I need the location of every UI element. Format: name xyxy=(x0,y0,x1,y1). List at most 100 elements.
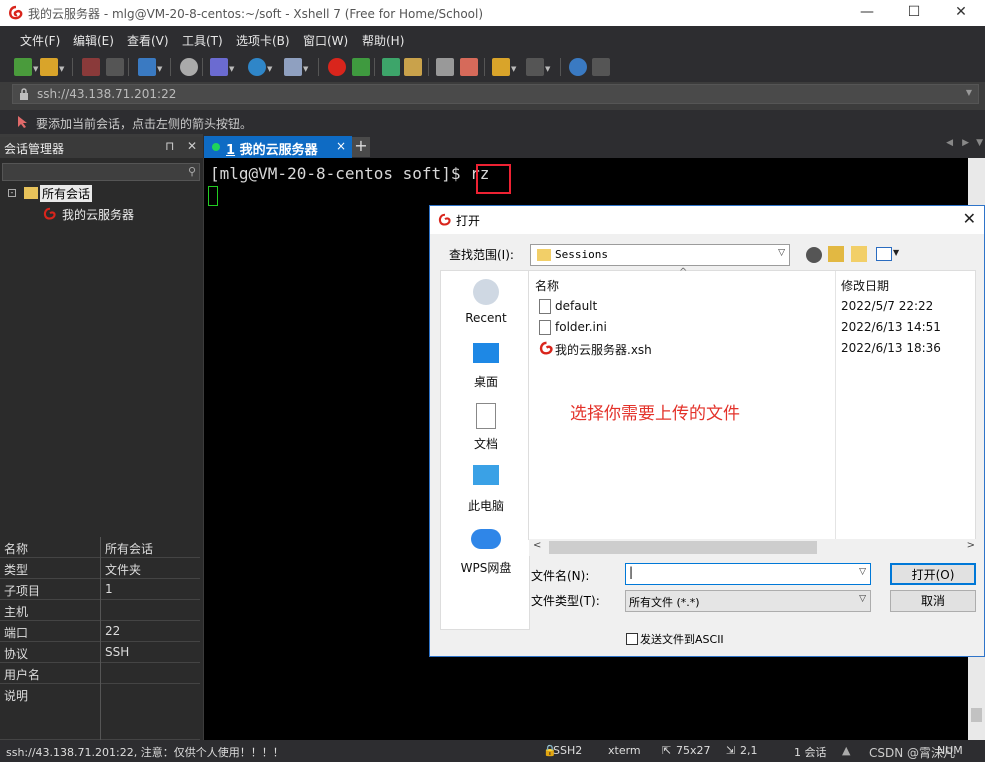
compose-icon[interactable] xyxy=(460,58,478,76)
property-row: 类型 文件夹 xyxy=(0,558,200,579)
help-icon[interactable] xyxy=(569,58,587,76)
lookin-select[interactable]: Sessions ▽ xyxy=(530,244,790,266)
xshell-logo-icon xyxy=(438,213,451,226)
horizontal-scrollbar[interactable]: < > xyxy=(529,539,977,556)
tab-scroll-left-icon[interactable]: ◀ xyxy=(946,138,953,148)
pointer-arrow-icon[interactable] xyxy=(16,115,30,129)
xshell-logo-icon xyxy=(9,5,23,20)
view-menu-icon[interactable] xyxy=(876,247,892,261)
column-name[interactable]: 名称 xyxy=(535,277,559,294)
command-highlight-box xyxy=(476,164,511,194)
tree-item-my-cloud-server[interactable]: 我的云服务器 xyxy=(62,206,134,223)
status-up-arrow-icon[interactable]: ▲ xyxy=(842,744,850,757)
menu-bar: 文件(F) 编辑(E) 查看(V) 工具(T) 选项卡(B) 窗口(W) 帮助(… xyxy=(0,26,985,52)
new-window-icon[interactable] xyxy=(138,58,156,76)
menu-help[interactable]: 帮助(H) xyxy=(362,32,404,49)
hint-text: 要添加当前会话，点击左侧的箭头按钮。 xyxy=(36,117,253,131)
back-icon[interactable] xyxy=(806,247,822,263)
chevron-down-icon: ▽ xyxy=(778,248,785,258)
cancel-button[interactable]: 取消 xyxy=(890,590,976,612)
new-folder-icon[interactable] xyxy=(851,246,867,262)
fullscreen-icon[interactable] xyxy=(382,58,400,76)
xshell-icon[interactable] xyxy=(328,58,346,76)
settings-file-icon xyxy=(539,320,551,335)
new-session-icon[interactable] xyxy=(14,58,32,76)
property-row: 主机 xyxy=(0,600,200,621)
text-caret: | xyxy=(629,565,634,579)
tab-label: 1 我的云服务器 xyxy=(226,143,318,158)
xshell-session-icon xyxy=(539,341,553,355)
find-icon[interactable] xyxy=(180,58,198,76)
status-bar: ssh://43.138.71.201:22, 注意：仅供个人使用！！！！ 🔒 … xyxy=(0,740,985,762)
scroll-thumb[interactable] xyxy=(971,708,982,722)
address-dropdown-icon[interactable]: ▼ xyxy=(966,88,972,97)
column-modified[interactable]: 修改日期 xyxy=(841,277,889,294)
xftp-icon[interactable] xyxy=(352,58,370,76)
chevron-down-icon: ▽ xyxy=(859,594,866,604)
lock-icon xyxy=(20,88,28,100)
chat-icon[interactable] xyxy=(592,58,610,76)
search-icon: ⚲ xyxy=(187,165,196,178)
property-row: 名称 所有会话 xyxy=(0,537,200,558)
filetype-select[interactable]: 所有文件 (*.*) ▽ xyxy=(625,590,871,612)
minimize-button[interactable]: — xyxy=(844,0,890,26)
list-item[interactable]: default 2022/5/7 22:22 xyxy=(529,297,969,317)
cloud-icon xyxy=(471,529,501,549)
chevron-down-icon: ▽ xyxy=(859,567,866,577)
tree-root-all-sessions[interactable]: 所有会话 xyxy=(40,185,93,202)
globe-icon[interactable] xyxy=(248,58,266,76)
view-dropdown-icon[interactable]: ▼ xyxy=(893,248,899,257)
session-manager-panel: 会话管理器 ⊓ ✕ ⚲ - 所有会话 我的云服务器 名称 所有会话 类型 文件夹 子… xyxy=(0,137,203,740)
tab-close-icon[interactable]: × xyxy=(336,139,346,153)
tree-collapse-icon[interactable]: - xyxy=(8,189,16,197)
layout-icon[interactable] xyxy=(526,58,544,76)
address-bar[interactable]: ssh://43.138.71.201:22 ▼ xyxy=(12,84,979,104)
window-title: 我的云服务器 - mlg@VM-20-8-centos:~/soft - Xsh… xyxy=(28,7,484,21)
open-button[interactable]: 打开(O) xyxy=(890,563,976,585)
font-icon[interactable] xyxy=(284,58,302,76)
tab-my-cloud-server[interactable]: 1 我的云服务器 × xyxy=(204,136,352,158)
desktop-icon xyxy=(473,343,499,363)
session-search-input[interactable]: ⚲ xyxy=(2,163,200,181)
close-panel-icon[interactable]: ✕ xyxy=(187,139,197,153)
menu-file[interactable]: 文件(F) xyxy=(20,32,60,49)
property-row: 协议 SSH xyxy=(0,642,200,663)
list-item[interactable]: 我的云服务器.xsh 2022/6/13 18:36 xyxy=(529,339,969,359)
add-tab-button[interactable]: + xyxy=(352,137,370,157)
connect-icon[interactable] xyxy=(82,58,100,76)
list-item[interactable]: folder.ini 2022/6/13 14:51 xyxy=(529,318,969,338)
filetype-label: 文件类型(T): xyxy=(531,594,600,608)
open-folder-icon[interactable] xyxy=(40,58,58,76)
dialog-close-button[interactable]: ✕ xyxy=(963,209,976,228)
lock-icon[interactable] xyxy=(404,58,422,76)
filename-input[interactable]: | ▽ xyxy=(625,563,871,585)
menu-tools[interactable]: 工具(T) xyxy=(182,32,223,49)
status-pos: 2,1 xyxy=(740,744,758,757)
scroll-left-icon: < xyxy=(533,540,542,551)
lookin-label: 查找范围(I): xyxy=(449,248,514,262)
close-button[interactable]: ✕ xyxy=(938,0,984,26)
maximize-button[interactable]: ☐ xyxy=(891,0,937,26)
menu-view[interactable]: 查看(V) xyxy=(127,32,169,49)
status-size: 75x27 xyxy=(676,744,711,757)
tab-menu-icon[interactable]: ▼ xyxy=(976,138,983,148)
dialog-title: 打开 xyxy=(456,214,481,228)
open-file-dialog: 打开 ✕ 查找范围(I): Sessions ▽ ▼ Recent 桌面 文档 … xyxy=(429,205,985,657)
property-row: 用户名 xyxy=(0,663,200,684)
up-folder-icon[interactable] xyxy=(828,246,844,262)
add-tab-icon[interactable] xyxy=(492,58,510,76)
menu-edit[interactable]: 编辑(E) xyxy=(73,32,114,49)
property-row: 端口 22 xyxy=(0,621,200,642)
lookin-value: Sessions xyxy=(555,248,608,261)
tab-scroll-right-icon[interactable]: ▶ xyxy=(962,138,969,148)
keyboard-icon[interactable] xyxy=(436,58,454,76)
properties-icon[interactable] xyxy=(210,58,228,76)
pin-icon[interactable]: ⊓ xyxy=(165,139,174,153)
status-connection: ssh://43.138.71.201:22, 注意：仅供个人使用！！！！ xyxy=(6,746,284,759)
menu-tabs[interactable]: 选项卡(B) xyxy=(236,32,290,49)
scroll-thumb[interactable] xyxy=(549,541,817,554)
menu-window[interactable]: 窗口(W) xyxy=(303,32,348,49)
hint-bar: 要添加当前会话，点击左侧的箭头按钮。 xyxy=(0,110,985,134)
ascii-checkbox[interactable] xyxy=(626,633,638,645)
disconnect-icon[interactable] xyxy=(106,58,124,76)
